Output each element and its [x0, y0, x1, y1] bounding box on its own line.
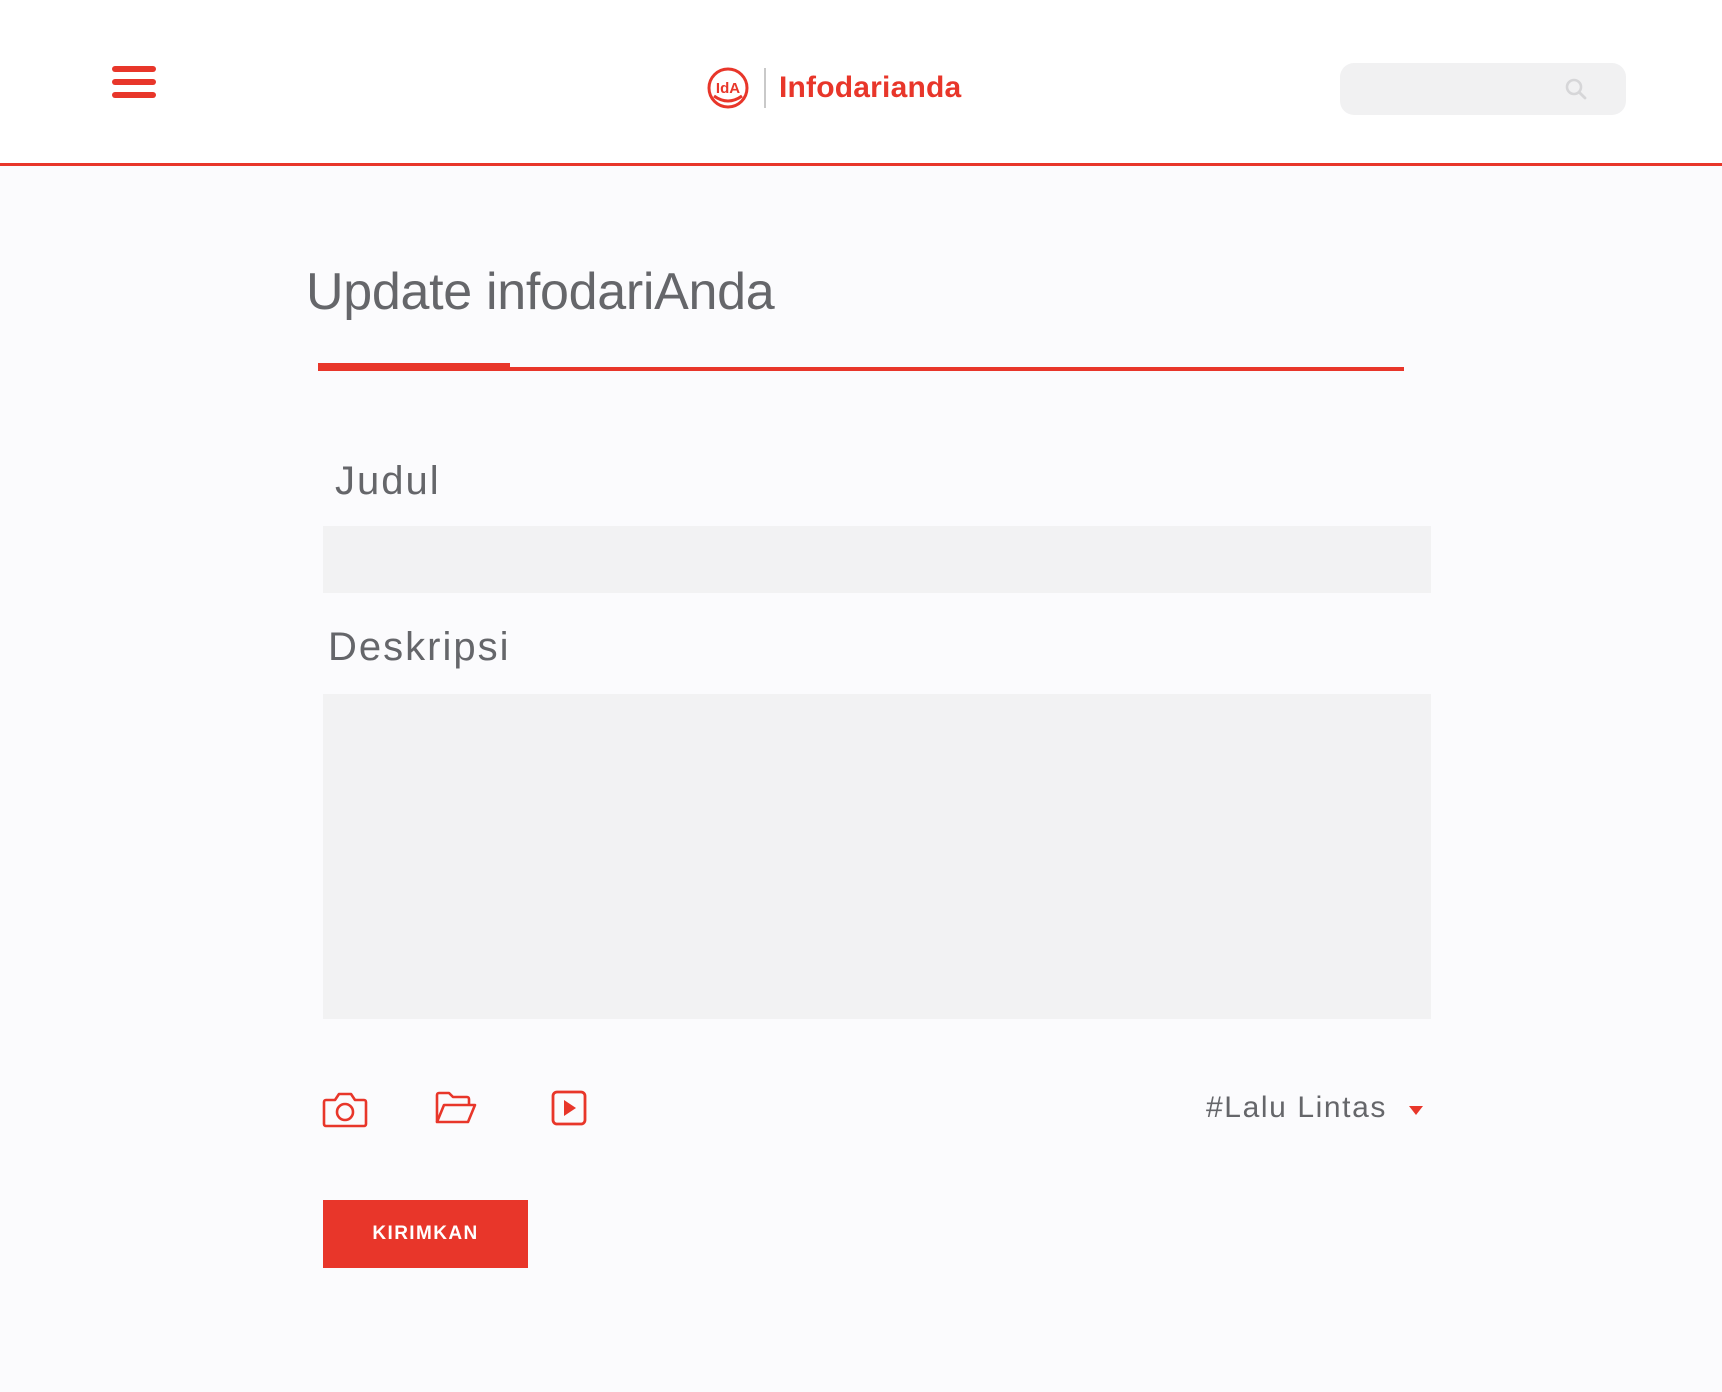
description-field-label: Deskripsi — [328, 625, 511, 669]
video-play-icon[interactable] — [551, 1090, 587, 1126]
brand-logo[interactable]: IdA Infodarianda — [706, 66, 961, 110]
hamburger-menu-icon[interactable] — [112, 66, 156, 102]
category-dropdown[interactable]: #Lalu Lintas — [1206, 1086, 1423, 1130]
category-selected: #Lalu Lintas — [1206, 1091, 1387, 1124]
search-icon[interactable] — [1564, 77, 1588, 101]
title-input[interactable] — [323, 526, 1431, 593]
ida-logo-mark: IdA — [707, 67, 749, 109]
logo-mark-text: IdA — [716, 80, 740, 97]
title-field-label: Judul — [335, 459, 441, 503]
camera-icon[interactable] — [322, 1090, 368, 1130]
main-content: Update infodariAnda Judul Deskripsi #Lal… — [0, 166, 1722, 1392]
search-input[interactable] — [1340, 63, 1570, 115]
folder-open-icon[interactable] — [434, 1090, 478, 1126]
page-title: Update infodariAnda — [306, 263, 775, 321]
top-header: IdA Infodarianda — [0, 0, 1722, 166]
brand-divider — [764, 68, 766, 108]
brand-name: Infodarianda — [779, 71, 962, 104]
search-box[interactable] — [1340, 63, 1626, 115]
caret-down-icon — [1409, 1105, 1423, 1115]
submit-button[interactable]: KIRIMKAN — [323, 1200, 528, 1268]
title-underline-accent — [318, 363, 510, 371]
description-textarea[interactable] — [323, 694, 1431, 1019]
